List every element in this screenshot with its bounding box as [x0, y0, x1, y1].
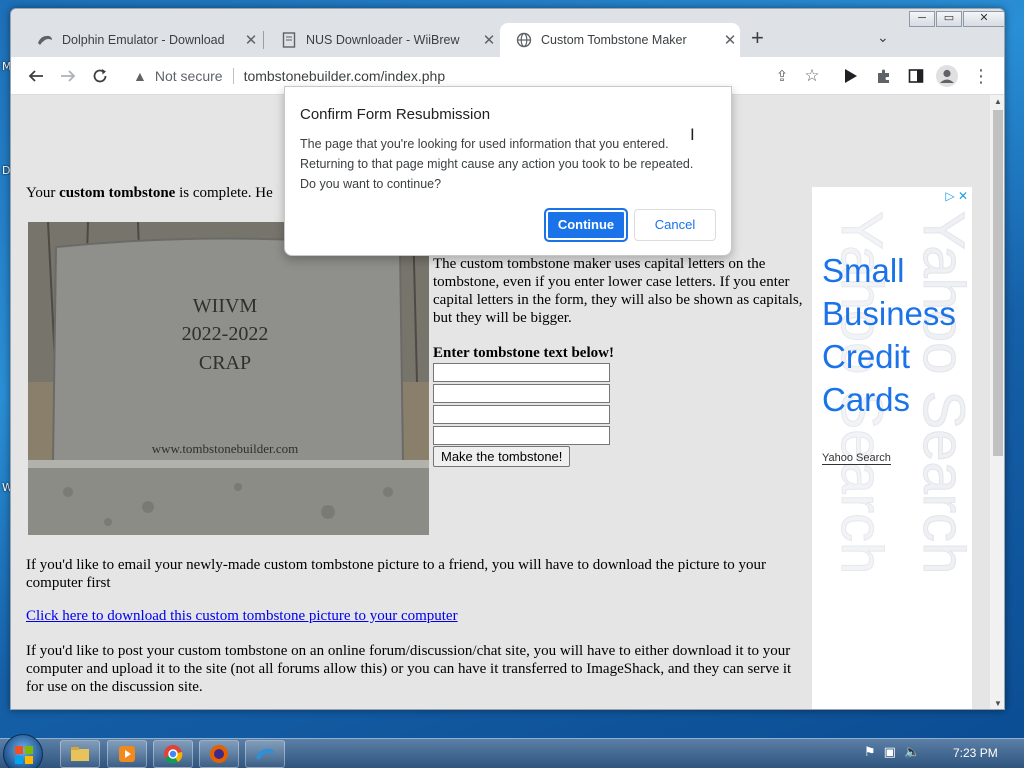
profile-avatar-icon[interactable]	[936, 65, 958, 87]
tombstone-image: WIIVM 2022-2022 CRAP www.tombstonebuilde…	[28, 222, 429, 535]
cancel-button[interactable]: Cancel	[634, 209, 716, 241]
extensions-puzzle-icon[interactable]	[873, 65, 895, 87]
text-cursor-icon: I	[690, 125, 695, 144]
close-icon[interactable]: ✕	[241, 31, 261, 49]
url-text[interactable]: tombstonebuilder.com/index.php	[244, 68, 446, 84]
tab-title: NUS Downloader - WiiBrew	[306, 33, 460, 47]
share-icon[interactable]: ⇪	[771, 65, 793, 87]
continue-button[interactable]: Continue	[545, 209, 627, 241]
restore-button[interactable]: ▭	[936, 11, 962, 27]
ad-close-icon[interactable]: ✕	[958, 189, 968, 203]
confirm-resubmission-dialog: Confirm Form Resubmission The page that …	[284, 86, 732, 256]
taskbar: ⚑ ▣ 🔈 7:23 PM	[0, 734, 1024, 768]
intro-suffix: is complete. He	[175, 185, 273, 201]
bookmark-star-icon[interactable]: ☆	[801, 65, 823, 87]
scroll-thumb[interactable]	[993, 110, 1003, 456]
chevron-down-icon[interactable]: ⌄	[877, 29, 889, 46]
dialog-body: The page that you're looking for used in…	[300, 134, 720, 194]
clock[interactable]: 7:23 PM	[953, 746, 998, 760]
scroll-up-arrow-icon[interactable]: ▲	[990, 95, 1004, 109]
scroll-down-arrow-icon[interactable]: ▼	[990, 697, 1004, 709]
ad-info-icon[interactable]: ▷	[945, 189, 954, 203]
tombstone-footer: www.tombstonebuilder.com	[152, 441, 298, 456]
ad-headline-line[interactable]: Business	[822, 292, 956, 335]
tab-dolphin-emulator[interactable]: Dolphin Emulator - Download ✕	[21, 23, 261, 57]
menu-kebab-icon[interactable]: ⋮	[970, 65, 992, 87]
extension-arrow-icon[interactable]	[840, 65, 862, 87]
email-paragraph: If you'd like to email your newly-made c…	[26, 557, 767, 591]
new-tab-button[interactable]: +	[751, 27, 764, 49]
tab-separator	[263, 31, 264, 49]
tombstone-line-2: 2022-2022	[182, 323, 269, 345]
close-icon[interactable]: ✕	[720, 31, 740, 49]
dolphin-icon[interactable]	[245, 740, 285, 768]
volume-icon[interactable]: 🔈	[904, 744, 920, 760]
instructions-text: The custom tombstone maker uses capital …	[433, 256, 803, 326]
intro-prefix: Your	[26, 185, 60, 201]
form-label: Enter tombstone text below!	[433, 345, 614, 361]
tab-strip: Dolphin Emulator - Download ✕ NUS Downlo…	[11, 9, 1004, 57]
ad-headline-line[interactable]: Credit	[822, 335, 956, 378]
advertisement[interactable]: Yahoo Search Yahoo Search ▷ ✕ Small Busi…	[812, 187, 972, 709]
security-label[interactable]: Not secure	[155, 68, 223, 84]
dolphin-icon	[37, 32, 53, 48]
tombstone-line-3: CRAP	[199, 352, 251, 374]
network-icon[interactable]: ▣	[884, 744, 896, 760]
explorer-icon[interactable]	[60, 740, 100, 768]
make-tombstone-button[interactable]: Make the tombstone!	[433, 446, 571, 467]
intro-bold: custom tombstone	[59, 185, 176, 201]
back-button[interactable]	[25, 65, 47, 87]
tombstone-line-1: WIIVM	[193, 295, 258, 317]
reload-button[interactable]	[89, 65, 111, 87]
ad-source[interactable]: Yahoo Search	[822, 452, 891, 465]
windows-logo-icon	[15, 746, 33, 764]
ad-controls[interactable]: ▷ ✕	[945, 189, 968, 203]
tab-custom-tombstone-maker[interactable]: Custom Tombstone Maker ✕	[500, 23, 740, 57]
document-icon	[281, 32, 297, 48]
dialog-body-line: The page that you're looking for used in…	[300, 137, 669, 151]
forum-paragraph: If you'd like to post your custom tombst…	[26, 643, 792, 695]
tombstone-line-3-input[interactable]	[433, 405, 610, 424]
forward-button[interactable]	[57, 65, 79, 87]
tab-title: Custom Tombstone Maker	[541, 33, 687, 47]
close-window-button[interactable]: ✕	[963, 11, 1004, 27]
flag-icon[interactable]: ⚑	[864, 744, 876, 760]
globe-icon	[516, 32, 532, 48]
dialog-body-line: Returning to that page might cause any a…	[300, 157, 694, 171]
firefox-icon[interactable]	[199, 740, 239, 768]
chrome-icon[interactable]	[153, 740, 193, 768]
ad-headline-line[interactable]: Cards	[822, 378, 956, 421]
tombstone-line-1-input[interactable]	[433, 363, 610, 382]
intro-text: Your custom tombstone is complete. He	[26, 185, 316, 202]
dialog-title: Confirm Form Resubmission	[300, 106, 491, 123]
media-player-icon[interactable]	[107, 740, 147, 768]
divider	[232, 68, 234, 84]
reload-icon	[93, 69, 107, 83]
tombstone-line-4-input[interactable]	[433, 426, 610, 445]
ad-headline-line[interactable]: Small	[822, 249, 956, 292]
tab-nus-downloader[interactable]: NUS Downloader - WiiBrew ✕	[265, 23, 499, 57]
warning-icon[interactable]: ▲	[133, 68, 147, 84]
forward-arrow-icon	[61, 70, 76, 82]
download-link[interactable]: Click here to download this custom tombs…	[26, 608, 458, 625]
start-button[interactable]	[3, 734, 43, 768]
side-panel-icon[interactable]	[905, 65, 927, 87]
dialog-body-line: Do you want to continue?	[300, 177, 442, 191]
ad-headline[interactable]: Small Business Credit Cards	[822, 249, 956, 421]
tombstone-line-2-input[interactable]	[433, 384, 610, 403]
tab-title: Dolphin Emulator - Download	[62, 33, 225, 47]
vertical-scrollbar[interactable]: ▲ ▼	[990, 95, 1004, 709]
back-arrow-icon	[28, 70, 43, 82]
system-tray: ⚑ ▣ 🔈	[864, 744, 920, 760]
close-icon[interactable]: ✕	[479, 31, 499, 49]
minimize-button[interactable]: ─	[909, 11, 935, 27]
